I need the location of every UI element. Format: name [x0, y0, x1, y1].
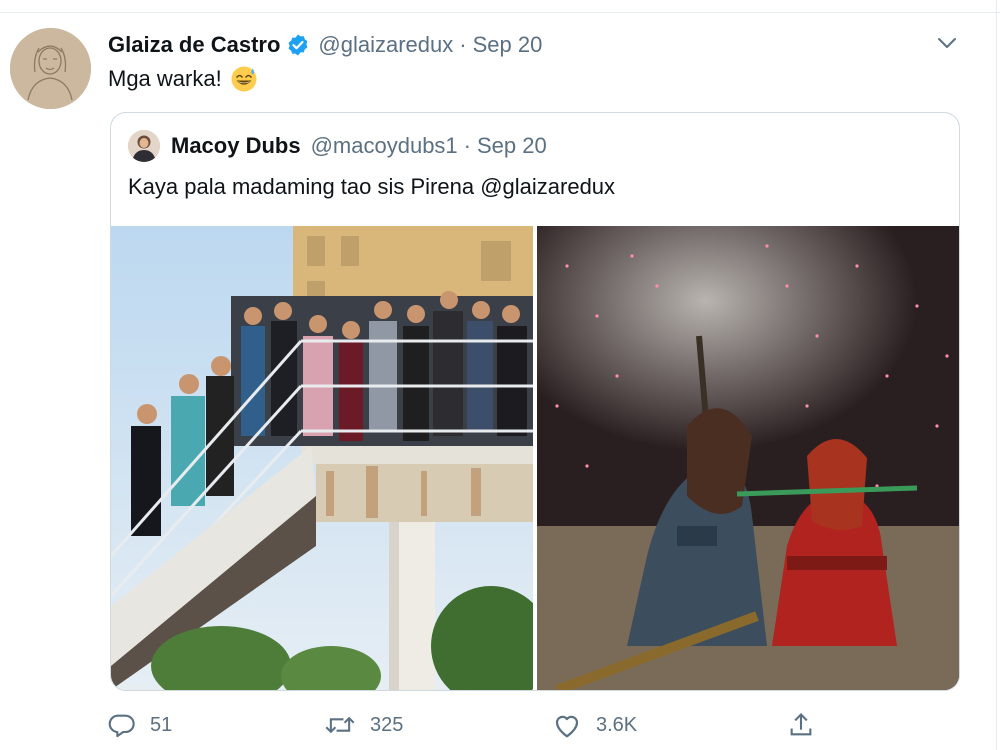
header-separator: ·: [459, 32, 467, 57]
like-count: 3.6K: [596, 713, 638, 736]
quoted-header-separator: ·: [463, 133, 471, 158]
quoted-tweet-date[interactable]: Sep 20: [477, 133, 547, 159]
retweet-button[interactable]: 325: [324, 706, 403, 744]
reply-count: 51: [150, 713, 173, 736]
reply-icon: [108, 711, 136, 739]
like-button[interactable]: 3.6K: [552, 706, 637, 744]
tweet-text-row: Mga warka!: [108, 64, 258, 94]
share-icon: [788, 711, 814, 739]
right-divider: [996, 0, 997, 750]
tweet-header: Glaiza de Castro @glaizaredux · Sep 20: [108, 30, 542, 60]
retweet-count: 325: [370, 713, 404, 736]
heart-icon: [552, 711, 582, 739]
author-avatar[interactable]: [10, 28, 91, 109]
stage-performance-photo[interactable]: [537, 226, 959, 690]
verified-badge-icon: [286, 33, 310, 57]
share-button[interactable]: [788, 706, 814, 744]
quoted-tweet-text: Kaya pala madaming tao sis Pirena @glaiz…: [128, 174, 616, 199]
grinning-sweat-emoji-icon: [230, 65, 258, 93]
quoted-author-handle[interactable]: @macoydubs1: [311, 133, 458, 159]
quoted-author-name[interactable]: Macoy Dubs: [171, 133, 301, 159]
quoted-tweet-header: Macoy Dubs @macoydubs1 · Sep 20: [171, 129, 547, 163]
crowd-on-footbridge-photo[interactable]: [111, 226, 533, 690]
top-divider: [0, 12, 1000, 13]
tweet-text: Mga warka!: [108, 66, 222, 91]
tweet-actions: 51 325 3.6K: [108, 706, 928, 744]
retweet-icon: [324, 711, 356, 739]
author-handle[interactable]: @glaizaredux: [318, 32, 453, 58]
author-name[interactable]: Glaiza de Castro: [108, 32, 280, 58]
quoted-tweet-card[interactable]: Macoy Dubs @macoydubs1 · Sep 20 Kaya pal…: [110, 112, 960, 691]
chevron-down-icon[interactable]: [934, 30, 960, 56]
quoted-author-avatar[interactable]: [128, 130, 160, 162]
tweet-date[interactable]: Sep 20: [473, 32, 543, 58]
reply-button[interactable]: 51: [108, 706, 172, 744]
